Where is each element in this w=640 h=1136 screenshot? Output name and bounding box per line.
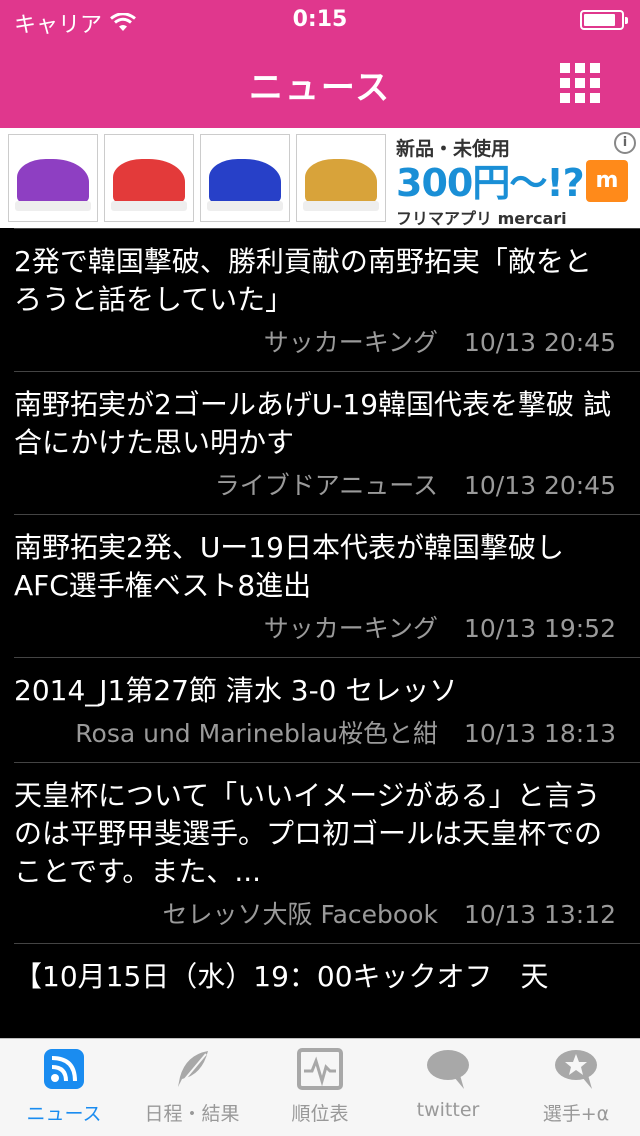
ad-price: 300円〜!? bbox=[396, 161, 585, 205]
news-title: 【10月15日（水）19：00キックオフ 天 bbox=[14, 960, 549, 993]
ad-headline: 新品・未使用 bbox=[396, 138, 511, 160]
tab-label: ニュース bbox=[26, 1103, 102, 1125]
ad-thumbnail-sneaker bbox=[200, 134, 290, 222]
feather-icon bbox=[170, 1039, 214, 1099]
news-meta: セレッソ大阪 Facebook 10/13 13:12 bbox=[14, 891, 640, 943]
battery-icon bbox=[580, 10, 628, 30]
page-title: ニュース bbox=[248, 68, 392, 108]
news-time: 10/13 18:13 bbox=[463, 719, 616, 748]
news-item[interactable]: 【10月15日（水）19：00キックオフ 天 bbox=[14, 943, 640, 996]
news-meta: ライブドアニュース 10/13 20:45 bbox=[14, 462, 640, 514]
news-time: 10/13 13:12 bbox=[463, 900, 616, 929]
chart-monitor-icon bbox=[296, 1039, 344, 1099]
header: キャリア 0:15 ニュース bbox=[0, 0, 640, 128]
tab-0[interactable]: ニュース bbox=[0, 1039, 128, 1136]
tab-bar: ニュース 日程・結果 順位表 twitter 選手+α bbox=[0, 1038, 640, 1136]
news-title: 2014_J1第27節 清水 3-0 セレッソ bbox=[14, 674, 458, 707]
star-bubble-icon bbox=[552, 1039, 600, 1099]
news-item[interactable]: 2014_J1第27節 清水 3-0 セレッソ Rosa und Marinebl… bbox=[14, 657, 640, 762]
grid-menu-button[interactable] bbox=[560, 63, 600, 103]
tab-2[interactable]: 順位表 bbox=[256, 1039, 384, 1136]
tab-label: 順位表 bbox=[291, 1103, 349, 1125]
news-meta: サッカーキング 10/13 20:45 bbox=[14, 319, 640, 371]
ad-banner[interactable]: 新品・未使用 300円〜!? フリマアプリ mercari m i bbox=[0, 128, 640, 228]
news-title: 2発で韓国撃破、勝利貢献の南野拓実「敵をとろうと話をしていた」 bbox=[14, 245, 592, 316]
news-title: 南野拓実2発、Uー19日本代表が韓国撃破しAFC選手権ベスト8進出 bbox=[14, 531, 564, 602]
news-item[interactable]: 南野拓実2発、Uー19日本代表が韓国撃破しAFC選手権ベスト8進出 サッカーキング… bbox=[14, 514, 640, 657]
ad-thumbnail-sneaker bbox=[8, 134, 98, 222]
tab-4[interactable]: 選手+α bbox=[512, 1039, 640, 1136]
rss-icon bbox=[42, 1039, 86, 1099]
news-source: Rosa und Marineblau桜色と紺 bbox=[75, 719, 438, 748]
news-item[interactable]: 2発で韓国撃破、勝利貢献の南野拓実「敵をとろうと話をしていた」サッカーキング 10… bbox=[14, 228, 640, 371]
mercari-box-icon: m bbox=[586, 160, 628, 202]
news-list[interactable]: 2発で韓国撃破、勝利貢献の南野拓実「敵をとろうと話をしていた」サッカーキング 10… bbox=[0, 228, 640, 1038]
tab-3[interactable]: twitter bbox=[384, 1039, 512, 1136]
ad-thumbnail-sneaker bbox=[296, 134, 386, 222]
tab-label: twitter bbox=[416, 1099, 480, 1121]
ad-brand: フリマアプリ mercari bbox=[396, 209, 567, 228]
ad-thumbnail-sneaker bbox=[104, 134, 194, 222]
news-source: ライブドアニュース bbox=[214, 471, 438, 500]
news-meta: Rosa und Marineblau桜色と紺 10/13 18:13 bbox=[14, 710, 640, 762]
news-item[interactable]: 天皇杯について「いいイメージがある」と言うのは平野甲斐選手。プロ初ゴールは天皇杯… bbox=[14, 762, 640, 943]
news-source: セレッソ大阪 Facebook bbox=[162, 900, 438, 929]
grid-icon bbox=[560, 63, 570, 73]
news-time: 10/13 20:45 bbox=[463, 328, 616, 357]
news-title: 南野拓実が2ゴールあげU-19韓国代表を撃破 試合にかけた思い明かす bbox=[14, 388, 611, 459]
status-bar: キャリア 0:15 bbox=[0, 0, 640, 40]
news-meta: サッカーキング 10/13 19:52 bbox=[14, 605, 640, 657]
news-time: 10/13 19:52 bbox=[463, 614, 616, 643]
news-source: サッカーキング bbox=[263, 328, 438, 357]
news-item[interactable]: 南野拓実が2ゴールあげU-19韓国代表を撃破 試合にかけた思い明かす ライブドアニ… bbox=[14, 371, 640, 514]
tab-label: 選手+α bbox=[542, 1103, 610, 1125]
news-source: サッカーキング bbox=[263, 614, 438, 643]
tab-label: 日程・結果 bbox=[144, 1103, 240, 1125]
speech-bubble-icon bbox=[424, 1039, 472, 1099]
tab-1[interactable]: 日程・結果 bbox=[128, 1039, 256, 1136]
status-time: 0:15 bbox=[292, 7, 348, 32]
info-icon[interactable]: i bbox=[614, 132, 636, 154]
news-time: 10/13 20:45 bbox=[463, 471, 616, 500]
news-title: 天皇杯について「いいイメージがある」と言うのは平野甲斐選手。プロ初ゴールは天皇杯… bbox=[14, 779, 603, 888]
